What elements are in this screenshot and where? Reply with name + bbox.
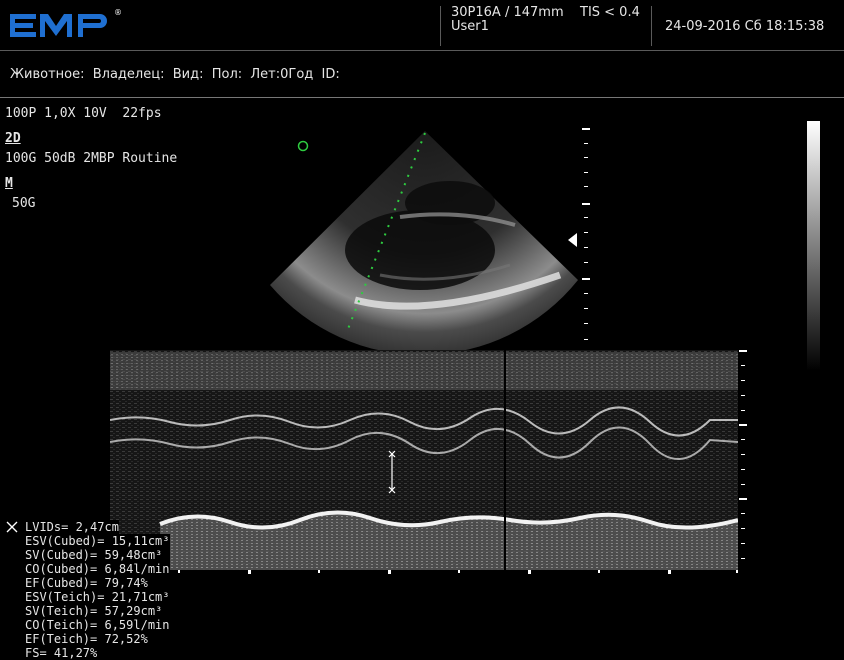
- global-params: 100P 1,0X 10V 22fps: [5, 106, 162, 121]
- depth-scale-2d: [580, 128, 592, 348]
- probe-info: 30P16A / 147mm: [451, 5, 564, 20]
- tis-value: TIS < 0.4: [580, 5, 640, 20]
- result-co-teich: CO(Teich)= 6,59l/min: [25, 618, 170, 632]
- svg-text:®: ®: [114, 8, 122, 17]
- header-rule: [0, 50, 844, 51]
- result-fs: FS= 41,27%: [25, 646, 170, 660]
- date-time: 24-09-2016 Сб 18:15:38: [665, 19, 825, 34]
- result-ef-cubed: EF(Cubed)= 79,74%: [25, 576, 170, 590]
- header-divider: [651, 6, 652, 46]
- time-axis: [110, 570, 738, 576]
- roi-circle-icon[interactable]: [296, 139, 310, 153]
- caliper-cross-icon: [6, 521, 18, 533]
- patient-rule: [0, 97, 844, 98]
- result-esv-cubed: ESV(Cubed)= 15,11cm³: [25, 534, 170, 548]
- result-sv-cubed: SV(Cubed)= 59,48cm³: [25, 548, 170, 562]
- mode-2d-label: 2D: [5, 131, 21, 146]
- emp-logo: ®: [10, 8, 122, 37]
- measurement-results: ESV(Cubed)= 15,11cm³ SV(Cubed)= 59,48cm³…: [25, 534, 170, 660]
- settings-m: 50G: [12, 196, 36, 211]
- result-co-cubed: CO(Cubed)= 6,84l/min: [25, 562, 170, 576]
- header-divider: [440, 6, 441, 46]
- lvids-value: LVIDs= 2,47cm: [25, 520, 119, 534]
- patient-info: Животное: Владелец: Вид: Пол: Лет:0Год I…: [10, 67, 340, 82]
- m-mode-strip[interactable]: [110, 350, 738, 570]
- user-name: User1: [451, 19, 489, 34]
- mode-m-label: M: [5, 176, 13, 191]
- settings-2d: 100G 50dB 2MBP Routine: [5, 151, 178, 166]
- grayscale-bar: [807, 121, 820, 371]
- result-sv-teich: SV(Teich)= 57,29cm³: [25, 604, 170, 618]
- result-esv-teich: ESV(Teich)= 21,71cm³: [25, 590, 170, 604]
- sector-image-2d[interactable]: [260, 125, 590, 355]
- depth-scale-m: [738, 350, 750, 570]
- result-ef-teich: EF(Teich)= 72,52%: [25, 632, 170, 646]
- focus-marker-icon[interactable]: [568, 233, 578, 247]
